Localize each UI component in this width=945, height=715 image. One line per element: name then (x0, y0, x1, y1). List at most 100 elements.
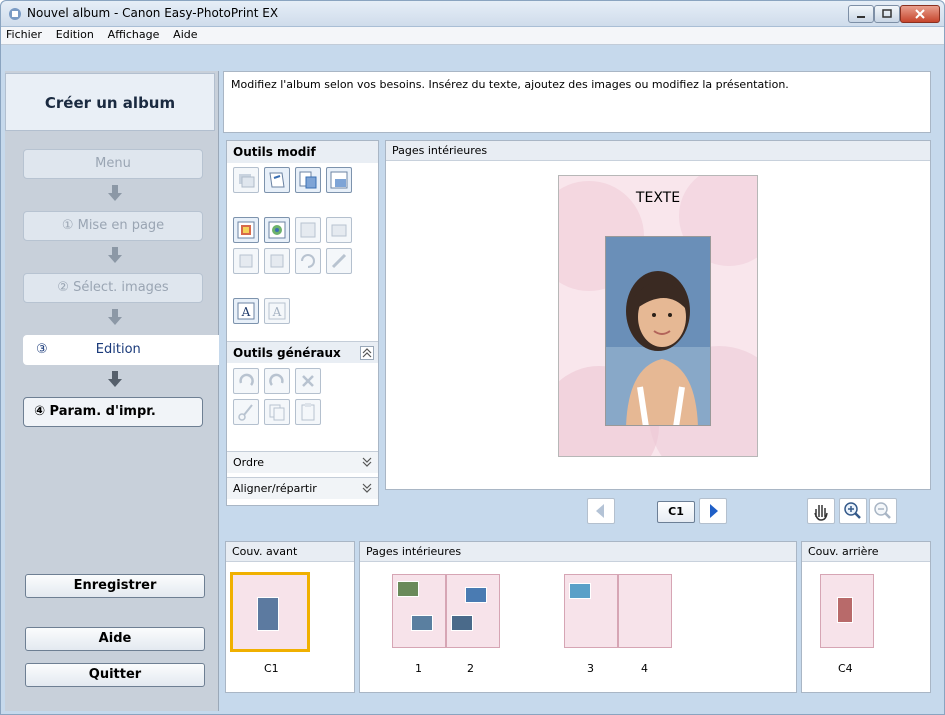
image-effects-icon (268, 221, 286, 239)
tool-background-button[interactable] (264, 167, 290, 193)
menu-aide[interactable]: Aide (168, 27, 202, 42)
minimize-button[interactable] (848, 5, 874, 23)
collapse-icon[interactable] (360, 346, 374, 360)
copy-icon (269, 404, 285, 421)
album-page-preview[interactable]: TEXTE (558, 175, 758, 457)
tool-crop-button[interactable] (295, 217, 321, 243)
arrow-down-icon (108, 371, 122, 387)
thumbnail-label: 4 (641, 662, 648, 675)
tool-front-button[interactable] (233, 248, 259, 274)
tool-photo-button[interactable] (326, 217, 352, 243)
pan-button[interactable] (807, 498, 835, 524)
inner-pages-pane: Pages intérieures 1 2 3 4 (359, 541, 797, 693)
help-button[interactable]: Aide (25, 627, 205, 651)
chevron-right-icon (710, 504, 718, 518)
send-back-icon (270, 254, 284, 268)
thumbnail-label: C1 (264, 662, 279, 675)
tool-image-frame-button[interactable] (233, 217, 259, 243)
expand-icon (362, 457, 372, 467)
align-section[interactable]: Aligner/répartir (227, 477, 378, 499)
thumbnail-photo (465, 587, 487, 603)
delete-button[interactable] (295, 368, 321, 394)
image-frame-icon (237, 221, 255, 239)
front-cover-title: Couv. avant (226, 542, 354, 562)
thumbnail-photo (397, 581, 419, 597)
tool-image-effects-button[interactable] (264, 217, 290, 243)
step-select-images-button[interactable]: ② Sélect. images (23, 273, 203, 303)
paste-icon (301, 403, 315, 421)
paste-button[interactable] (295, 399, 321, 425)
hand-icon (814, 505, 828, 521)
tool-rotate-button[interactable] (295, 248, 321, 274)
prev-page-button[interactable] (587, 498, 615, 524)
thumbnail-c1[interactable] (230, 572, 310, 652)
step-number: ③ (36, 342, 48, 357)
app-window: Nouvel album - Canon Easy-PhotoPrint EX … (0, 0, 945, 715)
page-photo[interactable] (605, 236, 711, 426)
zoom-in-button[interactable] (839, 498, 867, 524)
general-tools-header: Outils généraux (227, 341, 378, 363)
thumbnail-label: C4 (838, 662, 853, 675)
thumbnail-page-3[interactable] (564, 574, 618, 648)
tool-page-button[interactable] (326, 167, 352, 193)
thumbnail-photo (451, 615, 473, 631)
minimize-icon (857, 16, 865, 18)
menu-bar: Fichier Edition Affichage Aide (1, 27, 944, 45)
order-section[interactable]: Ordre (227, 451, 378, 473)
front-cover-pane: Couv. avant C1 (225, 541, 355, 693)
thumbnail-label: 1 (415, 662, 422, 675)
step-edition-button[interactable]: ③ Edition (23, 335, 219, 365)
redo-icon (269, 373, 284, 386)
tool-layout-button[interactable] (295, 167, 321, 193)
maximize-button[interactable] (874, 5, 900, 23)
menu-edition[interactable]: Edition (51, 27, 99, 42)
thumbnail-page-1[interactable] (392, 574, 446, 648)
menu-fichier[interactable]: Fichier (1, 27, 47, 42)
tool-add-text-button[interactable]: A (233, 298, 259, 324)
tool-back-button[interactable] (264, 248, 290, 274)
save-button[interactable]: Enregistrer (25, 574, 205, 598)
back-cover-pane: Couv. arrière C4 (801, 541, 931, 693)
thumbnail-c4[interactable] (820, 574, 874, 648)
quit-button[interactable]: Quitter (25, 663, 205, 687)
next-page-button[interactable] (699, 498, 727, 524)
tool-text-frame-button[interactable]: A (264, 298, 290, 324)
edit-tools-header: Outils modif (227, 141, 378, 163)
general-tools-label: Outils généraux (233, 346, 341, 360)
tools-panel: Outils modif A A Outils généraux Ordre A… (226, 140, 379, 506)
delete-icon (302, 375, 314, 387)
thumbnail-page-4[interactable] (618, 574, 672, 648)
preview-title: Pages intérieures (386, 141, 930, 161)
thumbnail-photo (837, 597, 853, 623)
copy-button[interactable] (264, 399, 290, 425)
cut-icon (238, 404, 253, 421)
zoom-out-icon (874, 502, 891, 519)
instruction-text: Modifiez l'album selon vos besoins. Insé… (223, 71, 931, 133)
arrow-down-icon (108, 185, 122, 201)
redo-button[interactable] (264, 368, 290, 394)
thumbnail-label: 3 (587, 662, 594, 675)
title-bar: Nouvel album - Canon Easy-PhotoPrint EX (1, 1, 944, 27)
page-text[interactable]: TEXTE (559, 190, 757, 206)
cut-button[interactable] (233, 399, 259, 425)
bring-front-icon (239, 254, 253, 268)
step-layout-button[interactable]: ① Mise en page (23, 211, 203, 241)
tool-add-image-button[interactable] (233, 167, 259, 193)
crop-icon (300, 222, 316, 238)
zoom-out-button[interactable] (869, 498, 897, 524)
arrow-down-icon (108, 247, 122, 263)
close-icon (915, 9, 925, 19)
undo-button[interactable] (233, 368, 259, 394)
thumbnail-page-2[interactable] (446, 574, 500, 648)
chevron-left-icon (596, 504, 604, 518)
close-button[interactable] (900, 5, 940, 23)
step-menu-button[interactable]: Menu (23, 149, 203, 179)
correct-icon (331, 253, 347, 269)
tool-correct-button[interactable] (326, 248, 352, 274)
step-print-settings-button[interactable]: ④ Param. d'impr. (23, 397, 203, 427)
sidebar-header: Créer un album (5, 73, 215, 131)
thumbnail-photo (257, 597, 279, 631)
menu-affichage[interactable]: Affichage (103, 27, 165, 42)
thumbnail-photo (411, 615, 433, 631)
maximize-icon (882, 9, 892, 18)
